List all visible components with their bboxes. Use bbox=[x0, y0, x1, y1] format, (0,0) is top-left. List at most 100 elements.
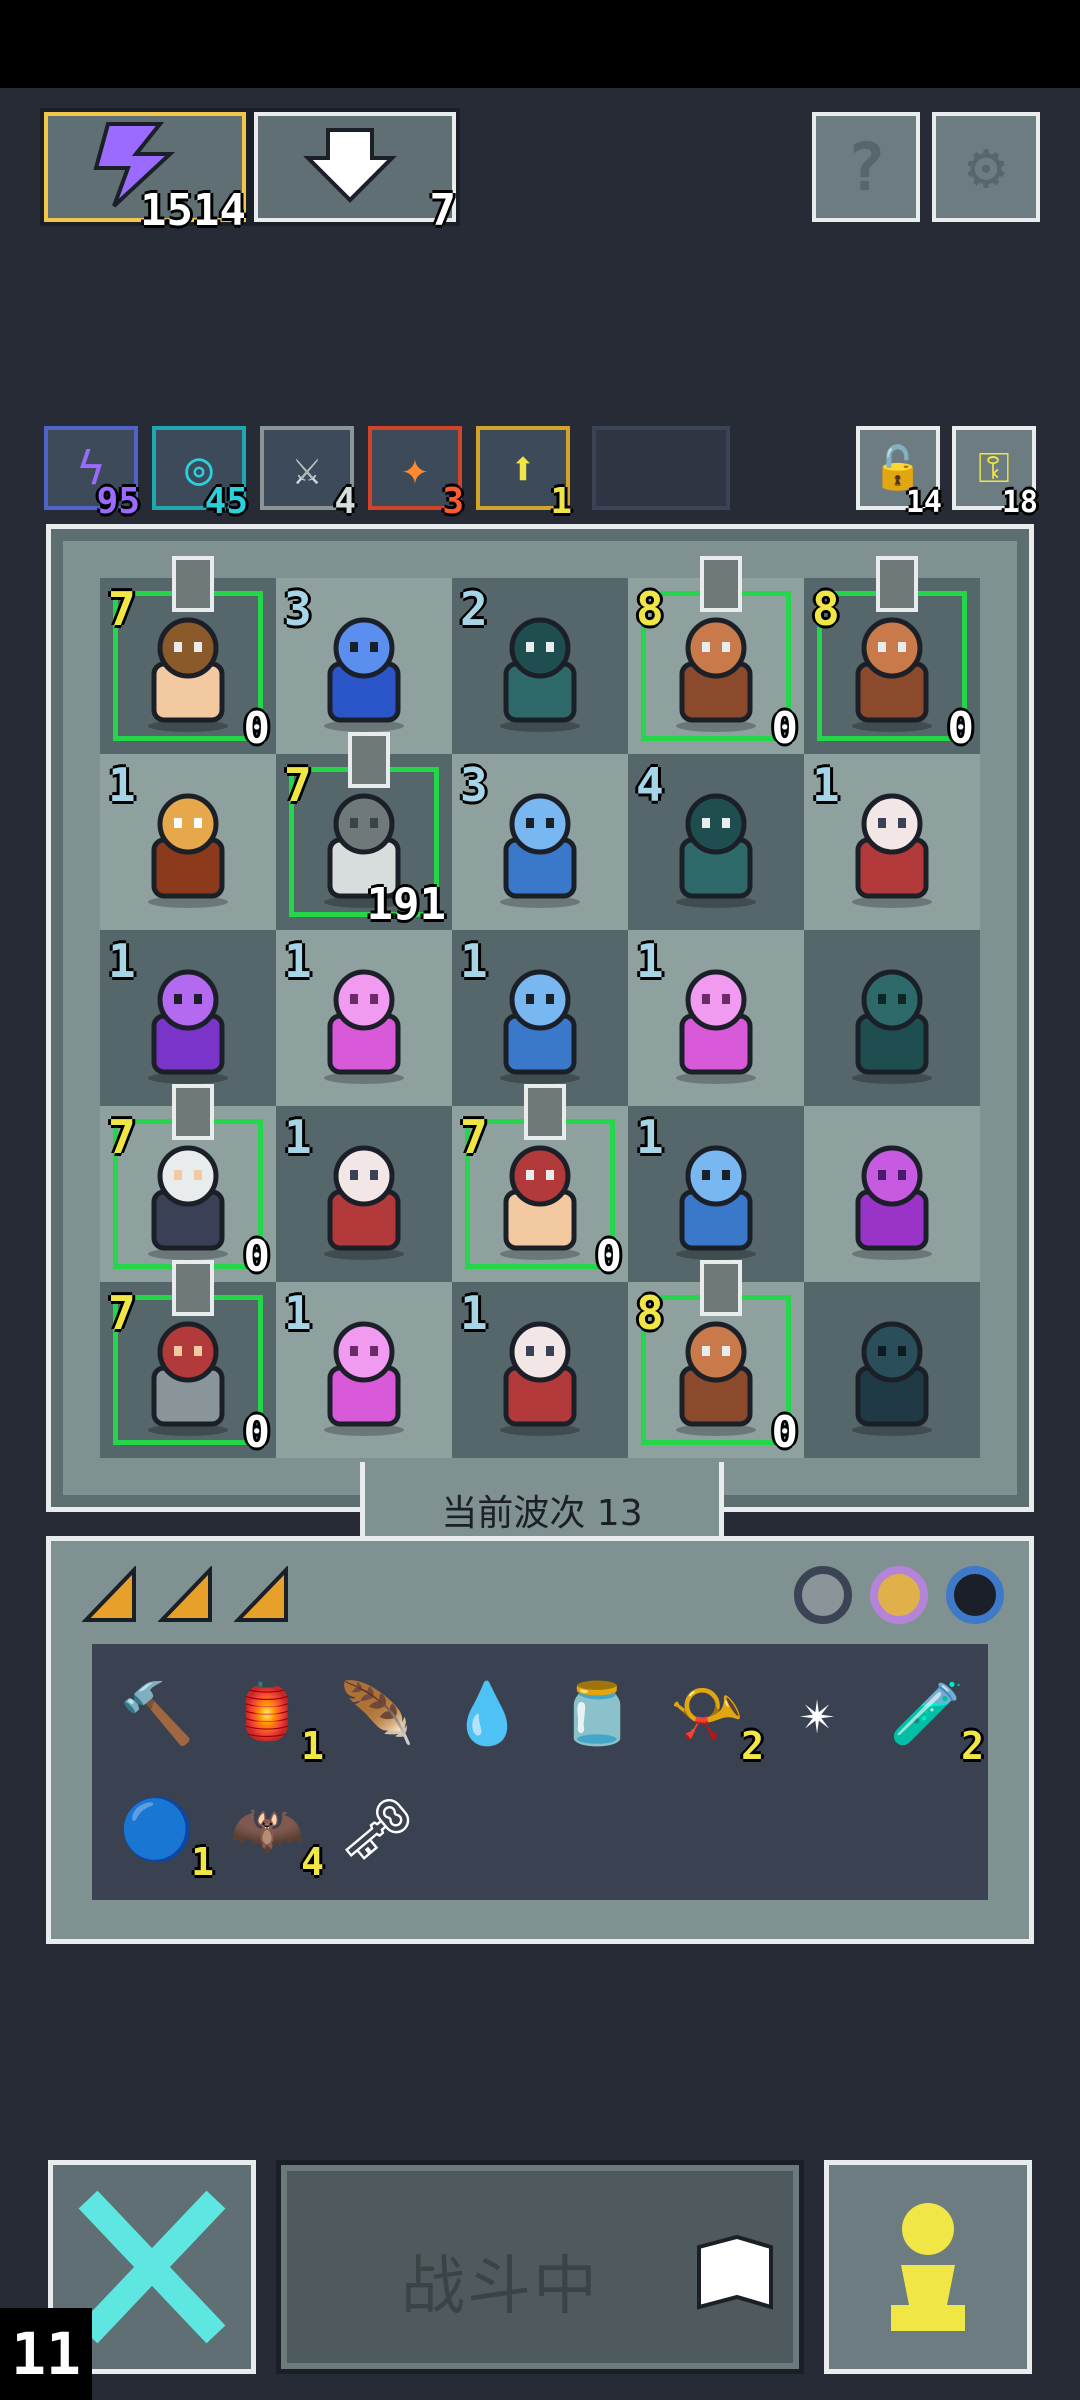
board-cell[interactable]: 1 bbox=[276, 1282, 452, 1458]
grey-ring-icon[interactable] bbox=[794, 1566, 852, 1624]
unit-level: 1 bbox=[284, 1286, 312, 1340]
unit-counter: 0 bbox=[243, 703, 271, 754]
potion-icon[interactable]: 🧪 2 bbox=[882, 1668, 984, 1769]
buff-slot-fire[interactable]: ✦ 3 bbox=[368, 426, 464, 522]
board-cell[interactable]: 80 bbox=[628, 1260, 804, 1458]
unit-level: 7 bbox=[460, 1110, 488, 1164]
unit-level: 3 bbox=[284, 582, 312, 636]
item-glyph: 🏮 bbox=[229, 1678, 305, 1749]
corner-counter: 11 bbox=[0, 2308, 92, 2400]
item-glyph: 🔨 bbox=[119, 1678, 195, 1749]
settings-button[interactable]: ⚙ bbox=[932, 112, 1040, 222]
help-button[interactable]: ? bbox=[812, 112, 920, 222]
chain-lock-icon bbox=[172, 556, 214, 612]
bearded-hero-icon bbox=[124, 1134, 252, 1264]
unit-level: 4 bbox=[636, 758, 664, 812]
side-slot-left[interactable]: 🔓 14 bbox=[856, 426, 942, 520]
red-hair-girl-icon bbox=[828, 782, 956, 912]
item-glyph: 🦇 bbox=[229, 1794, 305, 1865]
item-glyph: 🪶 bbox=[339, 1678, 415, 1749]
unit-counter: 0 bbox=[947, 703, 975, 754]
board-cell[interactable]: 1 bbox=[100, 930, 276, 1106]
unit-counter: 0 bbox=[595, 1231, 623, 1282]
item-glyph: 📯 bbox=[669, 1678, 745, 1749]
feather-icon[interactable]: 🪶 bbox=[332, 1668, 422, 1758]
board-cell[interactable]: 1 bbox=[804, 754, 980, 930]
triangle-token-icon[interactable] bbox=[158, 1566, 214, 1624]
board-cell[interactable] bbox=[804, 1106, 980, 1282]
unit-counter: 0 bbox=[771, 1407, 799, 1458]
board-cell[interactable]: 3 bbox=[276, 578, 452, 754]
battle-label: 战斗中 bbox=[401, 2250, 599, 2324]
item-glyph: 💧 bbox=[449, 1678, 525, 1749]
board-cell[interactable] bbox=[804, 930, 980, 1106]
buff-slot-upgrade[interactable]: ⬆ 1 bbox=[476, 426, 572, 522]
board-cell[interactable]: 1 bbox=[452, 1282, 628, 1458]
energy-counter: 1514 bbox=[44, 112, 246, 236]
triangle-token-icon[interactable] bbox=[82, 1566, 138, 1624]
side-slot-right[interactable]: ⚿ 18 bbox=[952, 426, 1038, 520]
unit-level: 7 bbox=[108, 582, 136, 636]
orb-icon[interactable]: 🔵 1 bbox=[112, 1784, 214, 1885]
board-cell[interactable]: 70 bbox=[100, 556, 276, 754]
triangle-token-icon[interactable] bbox=[234, 1566, 290, 1624]
board-cell[interactable]: 70 bbox=[100, 1260, 276, 1458]
chain-lock-icon bbox=[172, 1260, 214, 1316]
board-cell[interactable]: 1 bbox=[628, 930, 804, 1106]
energy-value: 1514 bbox=[140, 185, 246, 236]
board-cell[interactable]: 7 191 bbox=[276, 732, 452, 930]
buff-slot-target[interactable]: ◎ 45 bbox=[152, 426, 248, 522]
blue-cube-icon bbox=[300, 606, 428, 736]
board-cell[interactable]: 1 bbox=[100, 754, 276, 930]
mage-hero-icon bbox=[476, 1134, 604, 1264]
purple-totem-icon bbox=[124, 958, 252, 1088]
water-tile-icon[interactable]: 💧 bbox=[442, 1668, 532, 1758]
jar-icon[interactable]: 🫙 bbox=[552, 1668, 642, 1758]
key-icon[interactable]: 🗝 bbox=[332, 1784, 422, 1874]
wave-label: 当前波次 13 bbox=[441, 1492, 643, 1534]
horn-icon[interactable]: 📯 2 bbox=[662, 1668, 764, 1769]
lantern-icon[interactable]: 🏮 1 bbox=[222, 1668, 324, 1769]
board-cell[interactable]: 70 bbox=[452, 1084, 628, 1282]
shuriken-icon[interactable]: ✴ bbox=[772, 1668, 862, 1758]
board-cell[interactable]: 1 bbox=[452, 930, 628, 1106]
buff-bar: ϟ 95 ◎ 45 ⚔ 4 ✦ 3 ⬆ 1 bbox=[44, 426, 730, 522]
battle-status-button[interactable]: 战斗中 bbox=[276, 2160, 804, 2374]
unit-level: 1 bbox=[460, 934, 488, 988]
board-cell[interactable] bbox=[804, 1282, 980, 1458]
crossed-swords-icon bbox=[828, 606, 956, 736]
chain-lock-icon bbox=[700, 1260, 742, 1316]
blue-ring-icon[interactable] bbox=[946, 1566, 1004, 1624]
teal-claw-icon bbox=[652, 782, 780, 912]
gold-ring-icon[interactable] bbox=[870, 1566, 928, 1624]
hero-button[interactable] bbox=[824, 2160, 1032, 2374]
teal-claw-icon bbox=[476, 606, 604, 736]
hammer-icon[interactable]: 🔨 bbox=[112, 1668, 202, 1758]
board-cell[interactable]: 1 bbox=[628, 1106, 804, 1282]
item-glyph: 🫙 bbox=[559, 1678, 635, 1749]
board-cell[interactable]: 80 bbox=[804, 556, 980, 754]
buff-slot-swords[interactable]: ⚔ 4 bbox=[260, 426, 356, 522]
blue-golem-icon bbox=[652, 1134, 780, 1264]
board-cell[interactable]: 2 bbox=[452, 578, 628, 754]
gear-icon: ⚙ bbox=[966, 130, 1006, 204]
board-cell[interactable]: 80 bbox=[628, 556, 804, 754]
unit-grid: 70 3 2 80 80 1 7 191 3 4 1 1 1 1 1 7 0 1… bbox=[100, 556, 980, 1458]
crossed-swords-icon bbox=[652, 1310, 780, 1440]
claw-icon[interactable]: 🦇 4 bbox=[222, 1784, 324, 1885]
side-slot-count: 18 bbox=[1001, 485, 1038, 520]
board-cell[interactable]: 3 bbox=[452, 754, 628, 930]
board-cell[interactable]: 70 bbox=[100, 1084, 276, 1282]
unit-level: 8 bbox=[636, 1286, 664, 1340]
red-hair-girl-icon bbox=[476, 1310, 604, 1440]
buff-slot-lightning[interactable]: ϟ 95 bbox=[44, 426, 140, 522]
unit-level: 1 bbox=[108, 758, 136, 812]
item-count: 2 bbox=[741, 1724, 764, 1768]
board-cell[interactable]: 4 bbox=[628, 754, 804, 930]
board-cell[interactable]: 1 bbox=[276, 1106, 452, 1282]
blue-golem-icon bbox=[476, 782, 604, 912]
board-cell[interactable]: 1 bbox=[276, 930, 452, 1106]
pink-demon-icon bbox=[300, 1310, 428, 1440]
unit-level: 1 bbox=[284, 934, 312, 988]
teal-slime-icon bbox=[828, 958, 956, 1088]
